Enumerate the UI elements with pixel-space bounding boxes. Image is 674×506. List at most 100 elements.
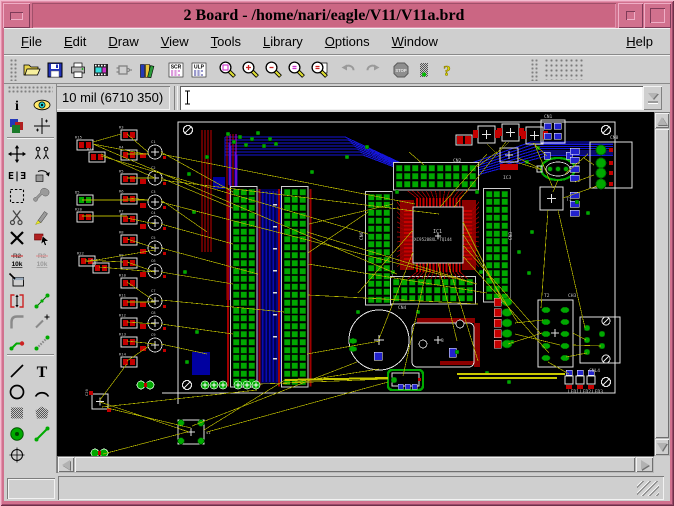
undo-icon <box>339 60 359 80</box>
tool-smash[interactable] <box>4 269 29 290</box>
menu-draw[interactable]: Draw <box>97 31 149 52</box>
menu-tools[interactable]: Tools <box>200 31 252 52</box>
board-schematic-button[interactable] <box>112 58 135 81</box>
tool-mirror[interactable]: E|Ǝ <box>4 164 29 185</box>
pin-array-1[interactable] <box>279 187 311 388</box>
open-button[interactable] <box>20 58 43 81</box>
tool-arc[interactable] <box>29 381 54 402</box>
scroll-up-button[interactable] <box>655 113 669 128</box>
tool-polygon[interactable] <box>29 402 54 423</box>
toolbar-grip[interactable] <box>10 59 17 81</box>
library-button[interactable] <box>135 58 158 81</box>
svg-text:R13: R13 <box>119 332 126 337</box>
tool-name[interactable]: R210k <box>4 248 29 269</box>
svg-text:C8: C8 <box>151 310 156 315</box>
tool-split[interactable] <box>29 290 54 311</box>
menu-library[interactable]: Library <box>252 31 314 52</box>
tool-via[interactable] <box>4 423 29 444</box>
zoom-redraw-button[interactable] <box>308 58 331 81</box>
window-menu-button[interactable] <box>3 3 30 28</box>
svg-text:C5: C5 <box>151 235 156 240</box>
undo-button[interactable] <box>337 58 360 81</box>
pin-array-4[interactable] <box>394 163 479 191</box>
resize-grip[interactable] <box>637 481 659 496</box>
board-canvas[interactable]: IC1XC95288XL-TQ144R3R4R5R6R7R8R9R10R11R1… <box>57 112 654 456</box>
tool-hole[interactable] <box>4 444 29 465</box>
toolbar-grip[interactable] <box>531 59 538 81</box>
tool-mark[interactable] <box>29 115 54 136</box>
command-dropdown-button[interactable] <box>643 86 662 110</box>
zoom-select-button[interactable] <box>285 58 308 81</box>
tool-delete[interactable] <box>4 227 29 248</box>
tool-pinswap[interactable] <box>29 227 54 248</box>
scroll-down-button[interactable] <box>655 439 669 455</box>
command-input[interactable] <box>180 86 643 110</box>
tool-paste[interactable] <box>29 206 54 227</box>
svg-text:C4: C4 <box>151 210 156 215</box>
maximize-button[interactable] <box>644 3 671 28</box>
tool-text[interactable]: T <box>29 360 54 381</box>
tool-rotate[interactable] <box>29 164 54 185</box>
tool-display[interactable] <box>4 115 29 136</box>
menu-file[interactable]: File <box>10 31 53 52</box>
print-button[interactable] <box>66 58 89 81</box>
tool-move[interactable] <box>4 143 29 164</box>
menu-edit[interactable]: Edit <box>53 31 97 52</box>
traffic-light-button[interactable] <box>412 58 435 81</box>
tool-info[interactable]: i <box>4 94 29 115</box>
pin-array-2[interactable] <box>366 192 393 306</box>
pin-array-0[interactable] <box>228 187 260 388</box>
tool-rect[interactable] <box>4 402 29 423</box>
script-scr-button[interactable]: SCR <box>164 58 187 81</box>
scroll-right-button[interactable] <box>636 457 653 472</box>
circle-icon <box>7 382 27 402</box>
svg-text:i: i <box>15 99 19 114</box>
svg-text:R10: R10 <box>119 273 127 278</box>
tool-copy[interactable] <box>29 143 54 164</box>
info-icon: i <box>7 95 27 115</box>
vertical-scroll-thumb[interactable] <box>655 129 669 438</box>
scroll-left-button[interactable] <box>58 457 74 472</box>
tool-route[interactable] <box>4 332 29 353</box>
tool-signal[interactable] <box>29 423 54 444</box>
palette-grip[interactable] <box>8 86 53 93</box>
vertical-scrollbar[interactable] <box>654 112 670 456</box>
pin-array-3[interactable] <box>484 189 511 303</box>
tool-value[interactable]: R210k <box>29 248 54 269</box>
stop-button[interactable]: STOP <box>389 58 412 81</box>
miter-icon <box>7 312 27 332</box>
tool-show[interactable] <box>29 94 54 115</box>
wire-icon <box>7 361 27 381</box>
svg-text:C1: C1 <box>151 139 156 144</box>
tool-meander[interactable] <box>29 311 54 332</box>
script-ulp-button[interactable]: ULP <box>187 58 210 81</box>
svg-text:CN4: CN4 <box>398 305 407 311</box>
help-button[interactable]: ? <box>435 58 458 81</box>
tool-change[interactable] <box>29 185 54 206</box>
horizontal-scroll-thumb[interactable] <box>75 457 635 472</box>
tool-cut[interactable] <box>4 206 29 227</box>
tool-circle[interactable] <box>4 381 29 402</box>
tool-optimize[interactable] <box>4 290 29 311</box>
horizontal-scrollbar[interactable] <box>57 456 654 473</box>
minimize-button[interactable] <box>618 3 643 28</box>
tool-miter[interactable] <box>4 311 29 332</box>
svg-text:XC95288XL-TQ144: XC95288XL-TQ144 <box>414 237 452 242</box>
cam-processor-button[interactable] <box>89 58 112 81</box>
tool-wire[interactable] <box>4 360 29 381</box>
menu-window[interactable]: Window <box>381 31 449 52</box>
menu-view[interactable]: View <box>150 31 200 52</box>
svg-text:CN1: CN1 <box>544 114 553 120</box>
svg-text:E|Ǝ: E|Ǝ <box>7 171 25 182</box>
show-icon <box>32 95 52 115</box>
menu-help[interactable]: Help <box>615 31 664 52</box>
zoom-fit-button[interactable] <box>216 58 239 81</box>
cam-processor-icon <box>91 60 111 80</box>
tool-ripup[interactable] <box>29 332 54 353</box>
zoom-out-button[interactable] <box>262 58 285 81</box>
tool-group[interactable] <box>4 185 29 206</box>
menu-options[interactable]: Options <box>314 31 381 52</box>
save-button[interactable] <box>43 58 66 81</box>
zoom-in-button[interactable] <box>239 58 262 81</box>
redo-button[interactable] <box>360 58 383 81</box>
